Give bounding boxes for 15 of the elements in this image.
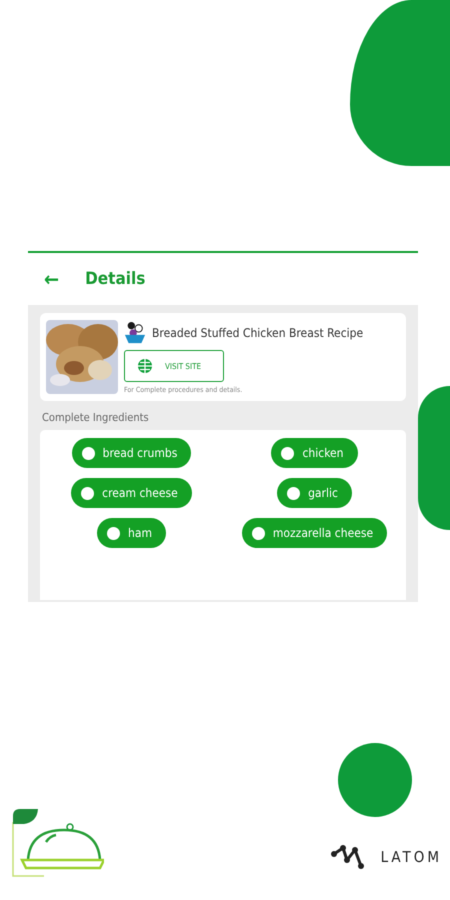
ingredient-chip[interactable]: mozzarella cheese [242,518,388,548]
ingredient-chip[interactable]: garlic [277,478,352,508]
serving-cloche-icon [12,808,104,880]
screen-title: Details [85,269,146,289]
recipe-title: Breaded Stuffed Chicken Breast Recipe [152,326,364,340]
brand-name: LATOM [380,848,442,866]
section-heading: Complete Ingredients [41,410,150,426]
ingredient-chip[interactable]: cream cheese [71,478,192,508]
ingredient-chip[interactable]: ham [97,518,166,548]
globe-icon [137,358,153,374]
ingredient-chip[interactable]: chicken [271,438,358,468]
visit-site-button[interactable]: VISIT SITE [124,350,224,382]
food-bowl-icon [124,320,146,346]
back-arrow[interactable]: ← [44,267,60,291]
ingredient-chip[interactable]: bread crumbs [72,438,192,468]
